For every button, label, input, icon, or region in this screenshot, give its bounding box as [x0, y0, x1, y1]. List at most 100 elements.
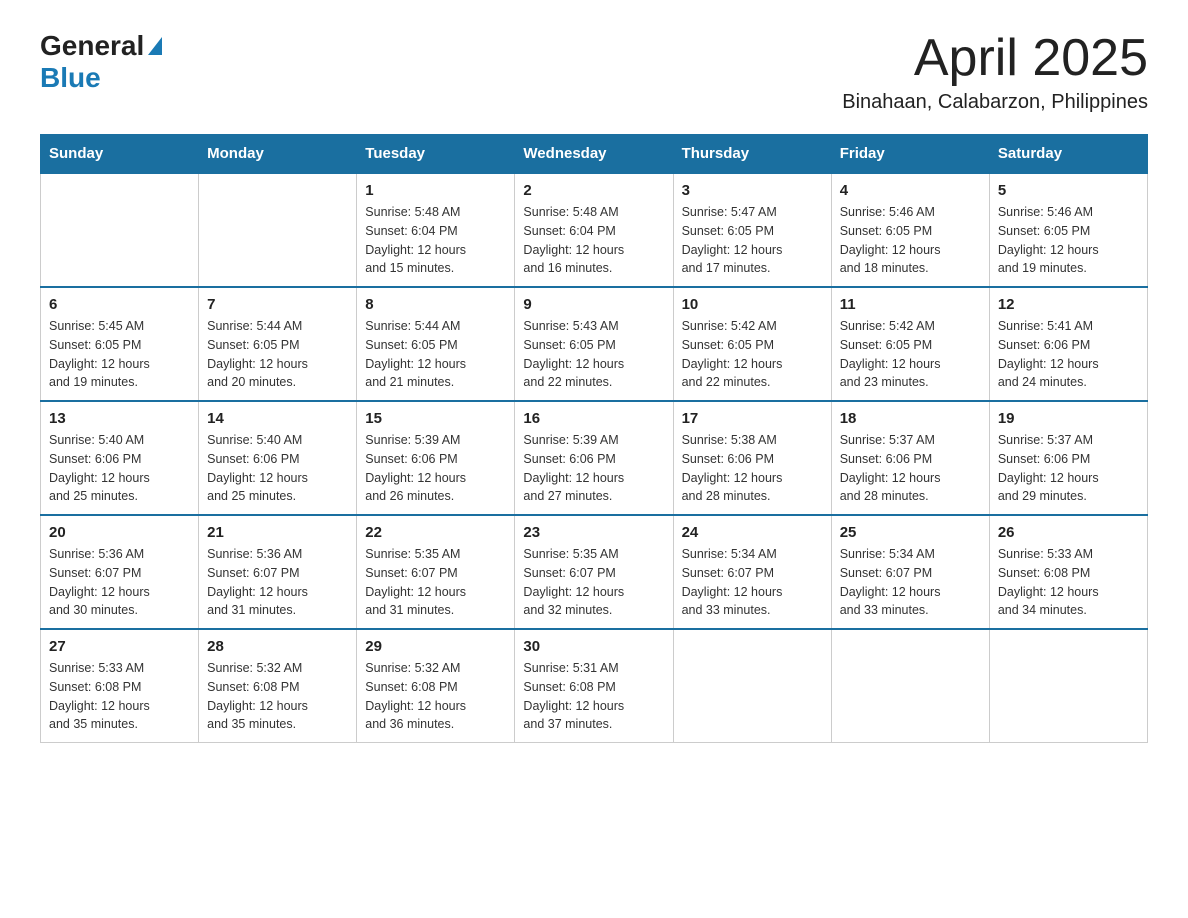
- header-thursday: Thursday: [673, 135, 831, 174]
- calendar-cell: 16 Sunrise: 5:39 AM Sunset: 6:06 PM Dayli…: [515, 401, 673, 515]
- day-info: Sunrise: 5:38 AM Sunset: 6:06 PM Dayligh…: [682, 431, 823, 506]
- day-info: Sunrise: 5:37 AM Sunset: 6:06 PM Dayligh…: [998, 431, 1139, 506]
- calendar-cell: 17Sunrise: 5:38 AM Sunset: 6:06 PM Dayli…: [673, 401, 831, 515]
- day-number: 24: [682, 524, 823, 541]
- calendar-cell: 7 Sunrise: 5:44 AM Sunset: 6:05 PM Daylig…: [199, 287, 357, 401]
- calendar-cell: 18 Sunrise: 5:37 AM Sunset: 6:06 PM Dayli…: [831, 401, 989, 515]
- calendar-week-row: 20 Sunrise: 5:36 AM Sunset: 6:07 PM Dayli…: [41, 515, 1148, 629]
- day-number: 22: [365, 524, 506, 541]
- location-subtitle: Binahaan, Calabarzon, Philippines: [842, 91, 1148, 114]
- day-info: Sunrise: 5:31 AM Sunset: 6:08 PM Dayligh…: [523, 659, 664, 734]
- logo-triangle-icon: [148, 37, 162, 55]
- day-info: Sunrise: 5:43 AM Sunset: 6:05 PM Dayligh…: [523, 317, 664, 392]
- day-info: Sunrise: 5:33 AM Sunset: 6:08 PM Dayligh…: [49, 659, 190, 734]
- day-number: 3: [682, 182, 823, 199]
- month-title: April 2025: [842, 30, 1148, 87]
- calendar-cell: [989, 629, 1147, 743]
- calendar-cell: 28Sunrise: 5:32 AM Sunset: 6:08 PM Dayli…: [199, 629, 357, 743]
- calendar-cell: 6 Sunrise: 5:45 AM Sunset: 6:05 PM Daylig…: [41, 287, 199, 401]
- calendar-cell: 20 Sunrise: 5:36 AM Sunset: 6:07 PM Dayli…: [41, 515, 199, 629]
- day-number: 8: [365, 296, 506, 313]
- day-info: Sunrise: 5:34 AM Sunset: 6:07 PM Dayligh…: [682, 545, 823, 620]
- day-number: 9: [523, 296, 664, 313]
- day-info: Sunrise: 5:35 AM Sunset: 6:07 PM Dayligh…: [365, 545, 506, 620]
- calendar-cell: 10 Sunrise: 5:42 AM Sunset: 6:05 PM Dayli…: [673, 287, 831, 401]
- header-saturday: Saturday: [989, 135, 1147, 174]
- title-block: April 2025 Binahaan, Calabarzon, Philipp…: [842, 30, 1148, 114]
- calendar-cell: 1Sunrise: 5:48 AM Sunset: 6:04 PM Daylig…: [357, 173, 515, 287]
- day-number: 11: [840, 296, 981, 313]
- day-info: Sunrise: 5:37 AM Sunset: 6:06 PM Dayligh…: [840, 431, 981, 506]
- calendar-cell: 5 Sunrise: 5:46 AM Sunset: 6:05 PM Daylig…: [989, 173, 1147, 287]
- calendar-cell: 2 Sunrise: 5:48 AM Sunset: 6:04 PM Daylig…: [515, 173, 673, 287]
- day-number: 30: [523, 638, 664, 655]
- day-number: 4: [840, 182, 981, 199]
- calendar-cell: 29Sunrise: 5:32 AM Sunset: 6:08 PM Dayli…: [357, 629, 515, 743]
- day-info: Sunrise: 5:47 AM Sunset: 6:05 PM Dayligh…: [682, 203, 823, 278]
- day-info: Sunrise: 5:35 AM Sunset: 6:07 PM Dayligh…: [523, 545, 664, 620]
- day-number: 13: [49, 410, 190, 427]
- day-info: Sunrise: 5:36 AM Sunset: 6:07 PM Dayligh…: [49, 545, 190, 620]
- day-number: 26: [998, 524, 1139, 541]
- calendar-cell: 26Sunrise: 5:33 AM Sunset: 6:08 PM Dayli…: [989, 515, 1147, 629]
- day-number: 18: [840, 410, 981, 427]
- day-info: Sunrise: 5:39 AM Sunset: 6:06 PM Dayligh…: [365, 431, 506, 506]
- header-wednesday: Wednesday: [515, 135, 673, 174]
- day-number: 6: [49, 296, 190, 313]
- page-header: General Blue April 2025 Binahaan, Calaba…: [40, 30, 1148, 114]
- calendar-cell: 25 Sunrise: 5:34 AM Sunset: 6:07 PM Dayli…: [831, 515, 989, 629]
- day-number: 10: [682, 296, 823, 313]
- day-number: 2: [523, 182, 664, 199]
- day-number: 19: [998, 410, 1139, 427]
- day-number: 21: [207, 524, 348, 541]
- calendar-cell: 3 Sunrise: 5:47 AM Sunset: 6:05 PM Daylig…: [673, 173, 831, 287]
- calendar-cell: 22 Sunrise: 5:35 AM Sunset: 6:07 PM Dayli…: [357, 515, 515, 629]
- day-number: 29: [365, 638, 506, 655]
- day-number: 15: [365, 410, 506, 427]
- calendar-cell: 24 Sunrise: 5:34 AM Sunset: 6:07 PM Dayli…: [673, 515, 831, 629]
- day-number: 27: [49, 638, 190, 655]
- calendar-cell: [199, 173, 357, 287]
- calendar-cell: 13Sunrise: 5:40 AM Sunset: 6:06 PM Dayli…: [41, 401, 199, 515]
- day-number: 20: [49, 524, 190, 541]
- day-number: 25: [840, 524, 981, 541]
- day-info: Sunrise: 5:42 AM Sunset: 6:05 PM Dayligh…: [682, 317, 823, 392]
- calendar-cell: 21 Sunrise: 5:36 AM Sunset: 6:07 PM Dayli…: [199, 515, 357, 629]
- logo-general: General: [40, 30, 144, 62]
- calendar-cell: [831, 629, 989, 743]
- calendar-week-row: 6 Sunrise: 5:45 AM Sunset: 6:05 PM Daylig…: [41, 287, 1148, 401]
- calendar-cell: [41, 173, 199, 287]
- day-number: 5: [998, 182, 1139, 199]
- day-info: Sunrise: 5:46 AM Sunset: 6:05 PM Dayligh…: [840, 203, 981, 278]
- calendar-cell: 4 Sunrise: 5:46 AM Sunset: 6:05 PM Daylig…: [831, 173, 989, 287]
- calendar-cell: 30 Sunrise: 5:31 AM Sunset: 6:08 PM Dayli…: [515, 629, 673, 743]
- day-info: Sunrise: 5:46 AM Sunset: 6:05 PM Dayligh…: [998, 203, 1139, 278]
- calendar-cell: 8 Sunrise: 5:44 AM Sunset: 6:05 PM Daylig…: [357, 287, 515, 401]
- calendar-cell: 9 Sunrise: 5:43 AM Sunset: 6:05 PM Daylig…: [515, 287, 673, 401]
- day-info: Sunrise: 5:39 AM Sunset: 6:06 PM Dayligh…: [523, 431, 664, 506]
- day-number: 1: [365, 182, 506, 199]
- calendar-cell: 14Sunrise: 5:40 AM Sunset: 6:06 PM Dayli…: [199, 401, 357, 515]
- header-monday: Monday: [199, 135, 357, 174]
- day-info: Sunrise: 5:44 AM Sunset: 6:05 PM Dayligh…: [207, 317, 348, 392]
- day-info: Sunrise: 5:45 AM Sunset: 6:05 PM Dayligh…: [49, 317, 190, 392]
- weekday-header-row: Sunday Monday Tuesday Wednesday Thursday…: [41, 135, 1148, 174]
- calendar-cell: 27 Sunrise: 5:33 AM Sunset: 6:08 PM Dayli…: [41, 629, 199, 743]
- day-info: Sunrise: 5:34 AM Sunset: 6:07 PM Dayligh…: [840, 545, 981, 620]
- header-tuesday: Tuesday: [357, 135, 515, 174]
- day-number: 12: [998, 296, 1139, 313]
- day-info: Sunrise: 5:44 AM Sunset: 6:05 PM Dayligh…: [365, 317, 506, 392]
- calendar-cell: 12 Sunrise: 5:41 AM Sunset: 6:06 PM Dayli…: [989, 287, 1147, 401]
- day-info: Sunrise: 5:41 AM Sunset: 6:06 PM Dayligh…: [998, 317, 1139, 392]
- day-number: 28: [207, 638, 348, 655]
- logo: General Blue: [40, 30, 162, 94]
- day-number: 7: [207, 296, 348, 313]
- calendar-cell: [673, 629, 831, 743]
- day-info: Sunrise: 5:48 AM Sunset: 6:04 PM Dayligh…: [523, 203, 664, 278]
- calendar-cell: 15 Sunrise: 5:39 AM Sunset: 6:06 PM Dayli…: [357, 401, 515, 515]
- logo-blue: Blue: [40, 62, 101, 93]
- calendar-week-row: 1 Sunrise: 5:48 AM Sunset: 6:04 PM Daylig…: [41, 173, 1148, 287]
- day-info: Sunrise: 5:36 AM Sunset: 6:07 PM Dayligh…: [207, 545, 348, 620]
- day-number: 16: [523, 410, 664, 427]
- day-number: 14: [207, 410, 348, 427]
